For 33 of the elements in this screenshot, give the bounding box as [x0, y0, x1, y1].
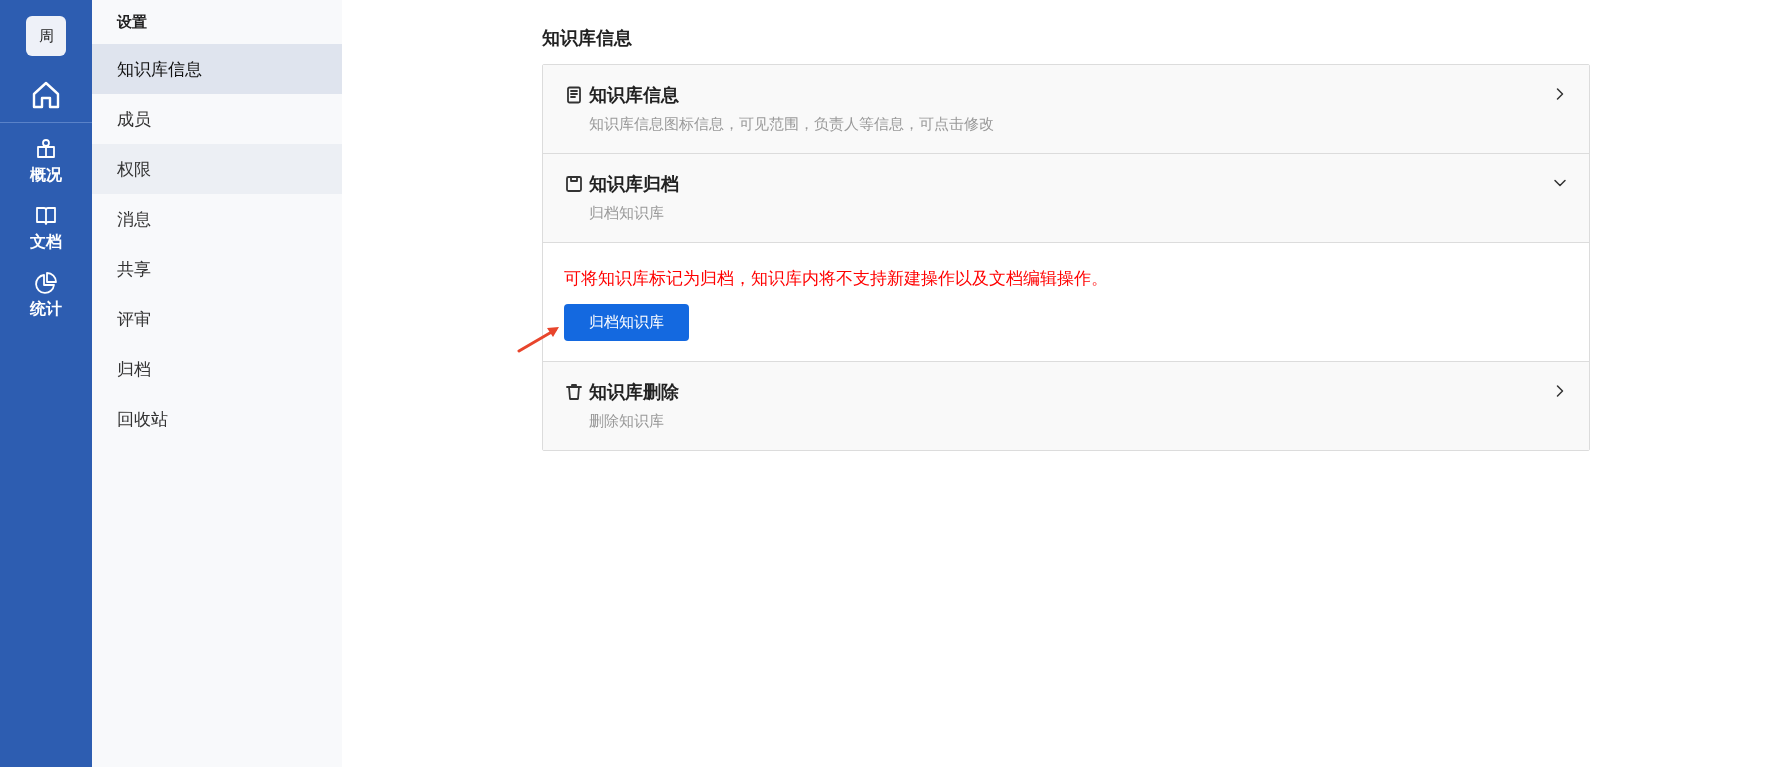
archive-button[interactable]: 归档知识库	[564, 304, 689, 341]
section-description: 知识库信息图标信息，可见范围，负责人等信息，可点击修改	[589, 115, 994, 134]
trash-icon	[565, 383, 583, 401]
sidebar-title: 设置	[115, 12, 148, 33]
page-heading: 知识库信息	[542, 26, 632, 50]
sidebar-item[interactable]: 共享	[92, 244, 342, 294]
sidebar-item[interactable]: 权限	[92, 144, 342, 194]
book-icon	[34, 204, 58, 228]
section-title: 知识库归档	[589, 172, 679, 196]
section-title: 知识库信息	[589, 83, 679, 107]
section-header[interactable]: 知识库删除 删除知识库	[543, 361, 1589, 450]
document-icon	[565, 86, 583, 104]
section-description: 归档知识库	[589, 204, 664, 223]
sidebar-item[interactable]: 消息	[92, 194, 342, 244]
notice-text: 可将知识库标记为归档，知识库内将不支持新建操作以及文档编辑操作。	[564, 267, 1108, 290]
rail-item[interactable]: 概况	[30, 165, 62, 186]
section-title: 知识库删除	[589, 380, 679, 404]
avatar[interactable]: 周	[26, 16, 66, 56]
sidebar-item[interactable]: 归档	[92, 344, 342, 394]
annotation-arrow	[517, 325, 561, 353]
sidebar-item[interactable]: 评审	[92, 294, 342, 344]
section-header[interactable]: 知识库归档 归档知识库	[543, 153, 1589, 242]
sidebar-item[interactable]: 回收站	[92, 394, 342, 444]
section-header[interactable]: 知识库信息 知识库信息图标信息，可见范围，负责人等信息，可点击修改	[543, 65, 1589, 153]
pie-chart-icon	[34, 271, 58, 295]
section-description: 删除知识库	[589, 412, 664, 431]
sidebar-item[interactable]: 成员	[92, 94, 342, 144]
rail-item[interactable]: 统计	[30, 299, 62, 320]
bag-icon	[34, 137, 58, 161]
save-icon	[565, 175, 583, 193]
home-icon[interactable]	[31, 80, 61, 110]
rail-item[interactable]: 文档	[30, 232, 62, 253]
sidebar-item[interactable]: 知识库信息	[92, 44, 342, 94]
